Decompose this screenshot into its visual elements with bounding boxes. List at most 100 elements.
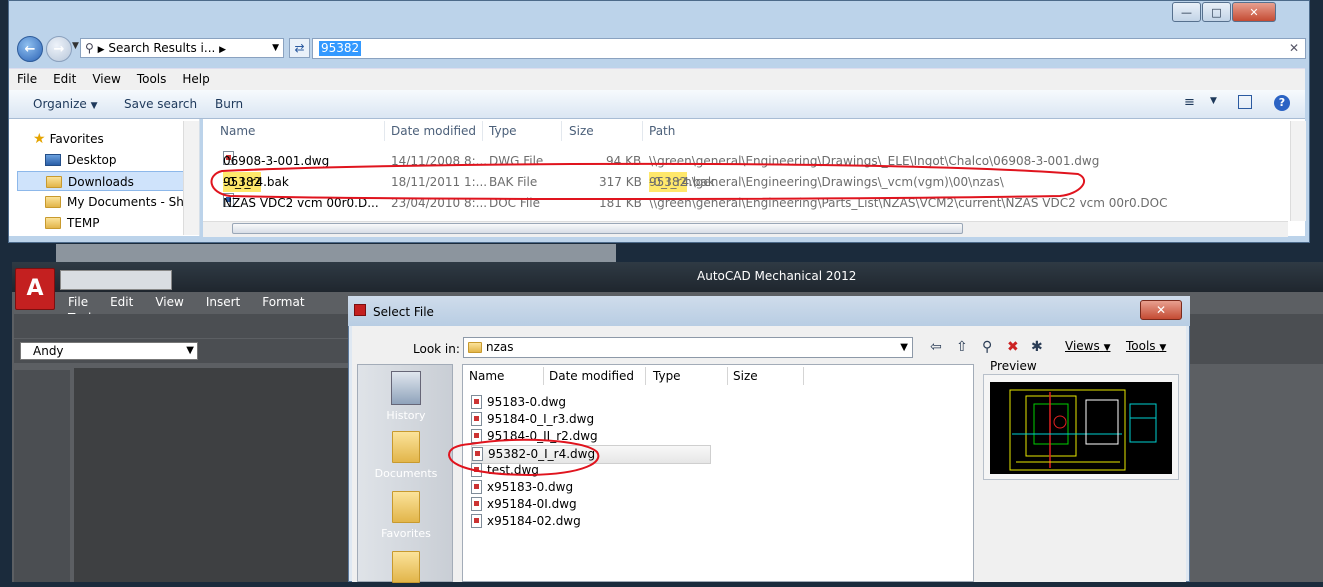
star-icon: ★ (33, 131, 46, 147)
col-name[interactable]: Name (220, 124, 255, 138)
autocad-title: AutoCAD Mechanical 2012 (697, 269, 857, 283)
search-icon: ⚲ (85, 41, 94, 55)
folder-icon (46, 176, 62, 188)
acad-menu-file[interactable]: File (57, 293, 99, 309)
dwg-file-icon (471, 480, 482, 494)
dwg-file-icon (471, 463, 482, 477)
place-history[interactable]: History (358, 371, 454, 422)
dwg-file-icon (471, 497, 482, 511)
address-bar[interactable]: ⚲ ▶ Search Results i... ▶ ▼ (80, 38, 284, 58)
view-options-icon[interactable]: ≡ (1184, 95, 1195, 110)
dlg-col-name[interactable]: Name (469, 369, 504, 383)
tools-button[interactable]: Tools ▼ (1126, 339, 1166, 353)
horizontal-scroll-thumb[interactable] (232, 223, 963, 234)
look-in-dropdown[interactable]: nzas ▼ (463, 337, 913, 358)
menu-edit[interactable]: Edit (45, 69, 84, 86)
list-item[interactable]: 95184-0_I_r3.dwg (471, 411, 594, 428)
acad-menu-insert[interactable]: Insert (195, 293, 251, 309)
address-dropdown-icon[interactable]: ▼ (272, 39, 279, 57)
table-row[interactable]: 95382 -0_I_r4.bak 18/11/2011 1:... BAK Fi… (217, 172, 1287, 192)
menu-file[interactable]: File (9, 69, 45, 86)
nav-scrollbar[interactable] (183, 121, 199, 235)
preview-label: Preview (990, 359, 1037, 373)
places-list: History Documents Favorites (357, 364, 454, 583)
preview-pane-icon[interactable] (1238, 95, 1252, 109)
acad-menu-format[interactable]: Format (251, 293, 315, 309)
folder-icon (45, 196, 61, 208)
navigation-pane: ★ Favorites Desktop Downloads My Document… (9, 119, 200, 236)
clear-search-icon[interactable]: ✕ (1289, 41, 1299, 55)
table-row[interactable]: 06908-3-001.dwg 14/11/2008 8:... DWG Fil… (217, 151, 1287, 171)
forward-button[interactable]: → (46, 36, 72, 62)
list-item[interactable]: 95184-0_II_r2.dwg (471, 428, 598, 445)
dialog-titlebar: Select File ✕ (348, 296, 1190, 326)
folder-icon (45, 217, 61, 229)
explorer-menubar: File Edit View Tools Help (9, 68, 1305, 90)
search-input[interactable]: 95382 ✕ (312, 38, 1306, 59)
place-documents[interactable]: Documents (358, 431, 454, 480)
file-list-vertical-scrollbar[interactable] (1290, 121, 1306, 221)
close-button[interactable]: ✕ (1232, 2, 1276, 22)
col-date-modified[interactable]: Date modified (391, 124, 476, 138)
nav-downloads[interactable]: Downloads (17, 171, 191, 191)
list-item[interactable]: 95183-0.dwg (471, 394, 566, 411)
menu-help[interactable]: Help (174, 69, 217, 86)
menu-tools[interactable]: Tools (129, 69, 175, 86)
search-web-icon[interactable]: ⚲ (982, 339, 992, 355)
layer-dropdown[interactable]: Andy ▼ (20, 342, 198, 360)
col-size[interactable]: Size (569, 124, 594, 138)
folder-icon (392, 551, 420, 583)
autocad-menubar: FileEditViewInsertFormatTool (57, 293, 357, 325)
maximize-button[interactable]: □ (1202, 2, 1231, 22)
menu-view[interactable]: View (84, 69, 128, 86)
search-value: 95382 (319, 41, 362, 56)
dwg-file-icon (471, 514, 482, 528)
list-item[interactable]: test.dwg (471, 462, 539, 479)
view-dropdown-icon[interactable]: ▼ (1210, 96, 1217, 106)
draw-toolbar[interactable] (14, 370, 70, 582)
help-icon[interactable]: ? (1274, 95, 1290, 111)
dwg-file-icon (471, 395, 482, 409)
nav-favorites[interactable]: ★ Favorites (33, 129, 205, 149)
list-item[interactable]: x95183-0.dwg (471, 479, 573, 496)
folder-icon (468, 342, 482, 353)
quick-access-toolbar[interactable] (60, 270, 172, 290)
save-search-button[interactable]: Save search (124, 97, 197, 111)
create-new-folder-icon[interactable]: ✱ (1031, 339, 1043, 355)
list-item[interactable]: x95184-02.dwg (471, 513, 581, 530)
burn-button[interactable]: Burn (215, 97, 243, 111)
autocad-app-button[interactable]: A (15, 268, 55, 310)
delete-icon[interactable]: ✖ (1007, 339, 1019, 355)
dlg-col-date-modified[interactable]: Date modified (549, 369, 634, 383)
look-in-value: nzas (486, 340, 514, 354)
draw-order-toolbar[interactable] (1188, 314, 1323, 364)
refresh-button[interactable]: ⇄ (289, 38, 310, 58)
chevron-down-icon: ▼ (186, 345, 194, 356)
col-path[interactable]: Path (649, 124, 675, 138)
organize-button[interactable]: Organize ▼ (33, 97, 98, 111)
back-button[interactable]: ← (17, 36, 43, 62)
look-in-label: Look in: (413, 342, 460, 356)
place-favorites[interactable]: Favorites (358, 491, 454, 540)
background-window-strip (56, 244, 616, 262)
acad-menu-edit[interactable]: Edit (99, 293, 144, 309)
recent-pages-dropdown[interactable]: ▼ (72, 41, 79, 51)
dlg-col-size[interactable]: Size (733, 369, 758, 383)
dwg-file-icon (472, 447, 483, 461)
file-list-pane: Name Date modified Type Size Path 06908-… (203, 119, 1305, 236)
address-text: Search Results i... (108, 41, 216, 55)
history-icon (391, 371, 421, 405)
acad-menu-view[interactable]: View (144, 293, 194, 309)
dwg-file-icon (471, 412, 482, 426)
list-item[interactable]: x95184-0I.dwg (471, 496, 577, 513)
views-button[interactable]: Views ▼ (1065, 339, 1110, 353)
minimize-button[interactable]: — (1172, 2, 1201, 22)
back-icon[interactable]: ⇦ (930, 339, 942, 355)
table-row[interactable]: NZAS VDC2 vcm 00r0.D... 23/04/2010 8:...… (217, 193, 1287, 213)
dlg-col-type[interactable]: Type (653, 369, 681, 383)
standard-toolbar[interactable] (14, 314, 354, 338)
up-one-level-icon[interactable]: ⇧ (956, 339, 968, 355)
dialog-close-button[interactable]: ✕ (1140, 300, 1182, 320)
drawing-canvas[interactable] (74, 368, 354, 582)
col-type[interactable]: Type (489, 124, 517, 138)
